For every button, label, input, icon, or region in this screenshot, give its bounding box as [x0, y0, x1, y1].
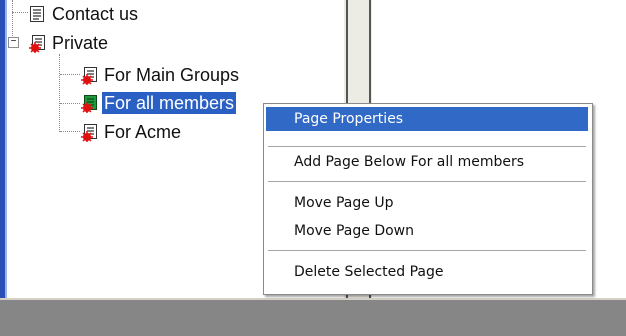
locked-page-icon: [81, 66, 98, 86]
menu-item-page-properties[interactable]: Page Properties: [266, 107, 588, 131]
tree-node-label[interactable]: Private: [50, 32, 110, 54]
collapse-icon[interactable]: −: [8, 37, 19, 48]
window-left-border-highlight: [5, 0, 7, 336]
tree-node-for-main-groups[interactable]: For Main Groups: [81, 63, 241, 87]
menu-item-add-page-below[interactable]: Add Page Below For all members: [266, 150, 588, 174]
tree-node-label[interactable]: Contact us: [50, 3, 140, 25]
tree-node-label[interactable]: For Main Groups: [102, 64, 241, 86]
menu-separator: [268, 250, 586, 251]
page-icon: [29, 5, 46, 24]
tree-node-for-acme[interactable]: For Acme: [81, 120, 183, 144]
tree-node-private[interactable]: Private: [29, 31, 110, 55]
menu-item-move-page-down[interactable]: Move Page Down: [266, 219, 588, 243]
tree-node-label[interactable]: For all members: [100, 91, 238, 115]
tree-connector: [12, 12, 28, 13]
menu-item-delete-selected-page[interactable]: Delete Selected Page: [266, 260, 588, 284]
menu-separator: [268, 181, 586, 182]
tree-node-label[interactable]: For Acme: [102, 121, 183, 143]
tree-connector: [60, 131, 80, 132]
context-menu: Page Properties Add Page Below For all m…: [263, 103, 593, 295]
tree-node-contact-us[interactable]: Contact us: [29, 2, 140, 26]
tree-node-for-all-members[interactable]: For all members: [81, 91, 238, 115]
locked-page-icon: [29, 34, 46, 54]
tree-connector: [60, 103, 80, 104]
menu-separator: [268, 146, 586, 147]
tree-connector: [59, 54, 60, 132]
menu-item-move-page-up[interactable]: Move Page Up: [266, 191, 588, 215]
status-bar: [0, 300, 626, 336]
tree-connector: [60, 74, 80, 75]
locked-page-icon: [81, 123, 98, 143]
locked-page-icon: [81, 94, 98, 114]
